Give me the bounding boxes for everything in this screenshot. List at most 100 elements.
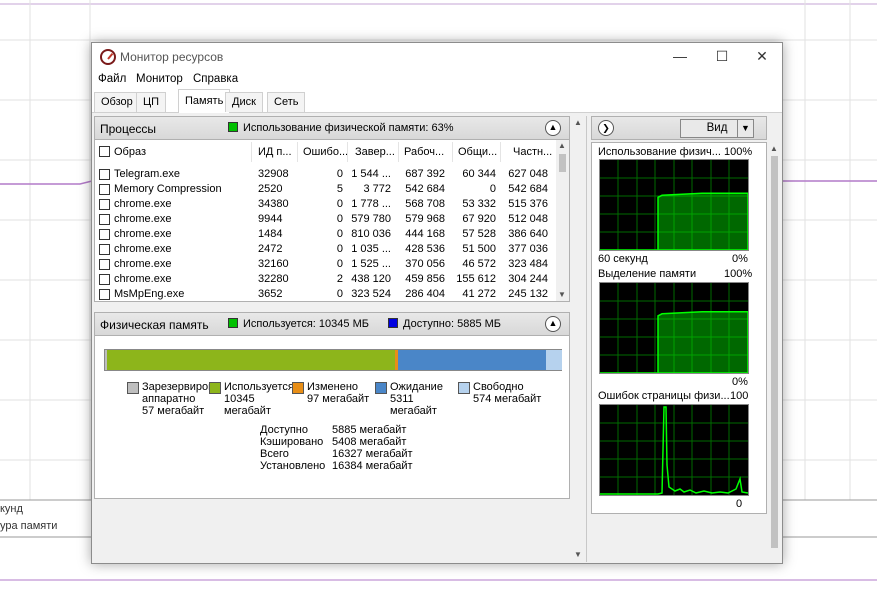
column-header-working-set[interactable]: Рабоч... (404, 146, 444, 158)
processes-table: Образ ИД п... Ошибо... Завер... Рабоч...… (94, 140, 570, 302)
graphs-scrollbar[interactable]: ▲ (768, 142, 781, 562)
table-cell: 0 (336, 258, 343, 270)
graph-min-physical: 0% (732, 253, 748, 265)
physical-memory-header[interactable]: Физическая память Используется: 10345 МБ… (94, 312, 570, 336)
scroll-thumb[interactable] (771, 156, 778, 548)
menu-help[interactable]: Справка (193, 73, 238, 85)
table-cell: 5 (336, 183, 343, 195)
graph-max-commit: 100% (724, 268, 753, 280)
tab-disk[interactable]: Диск (225, 92, 263, 112)
select-all-checkbox[interactable] (99, 146, 110, 157)
column-header-image[interactable]: Образ (114, 146, 146, 158)
tab-network[interactable]: Сеть (267, 92, 306, 112)
table-row[interactable]: MsMpEng.exe 3652 0 323 524 286 404 41 272 245 … (95, 287, 555, 301)
table-cell: 438 120 (351, 273, 391, 285)
scroll-down-icon[interactable]: ▼ (574, 550, 582, 559)
table-cell: 579 968 (405, 213, 445, 225)
used-summary: Используется: 10345 МБ (228, 318, 369, 330)
column-header-commit[interactable]: Завер... (355, 146, 395, 158)
row-checkbox[interactable] (99, 184, 110, 195)
table-cell: 57 528 (462, 228, 496, 240)
graph-min-hard-faults: 0 (736, 498, 743, 510)
collapse-memory-icon[interactable]: ▲ (545, 316, 561, 332)
processes-title: Процессы (100, 122, 157, 136)
table-cell: 444 168 (405, 228, 445, 240)
column-header-hard-faults[interactable]: Ошибо... (303, 146, 348, 158)
row-checkbox[interactable] (99, 244, 110, 255)
title-bar[interactable]: Монитор ресурсов — ☐ ✕ (92, 43, 782, 71)
row-checkbox[interactable] (99, 229, 110, 240)
physical-usage-summary: Использование физической памяти: 63% (228, 122, 454, 134)
table-cell: Memory Compression (114, 183, 222, 195)
table-row[interactable]: chrome.exe 1484 0 810 036 444 168 57 528 386 6… (95, 227, 555, 242)
bar-segment-free (546, 350, 562, 370)
green-legend-icon (228, 318, 238, 328)
table-row[interactable]: chrome.exe 34380 0 1 778 ... 568 708 53 332 51… (95, 197, 555, 212)
tab-overview[interactable]: Обзор (94, 92, 140, 112)
table-cell: 0 (336, 288, 343, 300)
scroll-thumb[interactable] (559, 154, 566, 172)
stat-installed-value: 16384 мегабайт (332, 460, 413, 472)
graph-time-label: 60 секунд (598, 253, 648, 265)
row-checkbox[interactable] (99, 199, 110, 210)
stat-total-label: Всего (260, 448, 289, 460)
chevron-right-icon[interactable]: ❯ (598, 120, 614, 136)
scroll-up-icon[interactable]: ▲ (770, 144, 778, 153)
background-label: кунд (0, 503, 23, 515)
table-cell: 512 048 (508, 213, 548, 225)
physical-usage-label: Использование физической памяти: 63% (243, 122, 454, 134)
stat-available-value: 5885 мегабайт (332, 424, 407, 436)
table-cell: 428 536 (405, 243, 445, 255)
column-header-pid[interactable]: ИД п... (258, 146, 292, 158)
row-checkbox[interactable] (99, 169, 110, 180)
tab-memory[interactable]: Память (178, 89, 231, 113)
scroll-up-icon[interactable]: ▲ (574, 118, 582, 127)
graph-commit-svg (600, 283, 749, 374)
table-row[interactable]: chrome.exe 32280 2 438 120 459 856 155 612 304… (95, 272, 555, 287)
table-cell: 515 376 (508, 198, 548, 210)
scroll-up-icon[interactable]: ▲ (558, 141, 566, 150)
stat-cached-label: Кэшировано (260, 436, 324, 448)
table-cell: 2 (336, 273, 343, 285)
table-row[interactable]: chrome.exe 2472 0 1 035 ... 428 536 51 500 377… (95, 242, 555, 257)
minimize-button[interactable]: — (658, 43, 702, 71)
tab-cpu[interactable]: ЦП (136, 92, 167, 112)
graphs-panel: ❯ Вид ▼ Использование физич... 100% 60 с… (586, 116, 782, 562)
table-cell: 155 612 (456, 273, 496, 285)
row-checkbox[interactable] (99, 214, 110, 225)
table-row[interactable]: Telegram.exe 32908 0 1 544 ... 687 392 60 344… (95, 167, 555, 182)
column-header-private[interactable]: Частн... (513, 146, 552, 158)
collapse-processes-icon[interactable]: ▲ (545, 120, 561, 136)
close-button[interactable]: ✕ (740, 43, 784, 71)
column-header-shareable[interactable]: Общи... (458, 146, 497, 158)
table-cell: 304 244 (508, 273, 548, 285)
row-checkbox[interactable] (99, 289, 110, 300)
graph-min-commit: 0% (732, 376, 748, 388)
table-cell: 1484 (258, 228, 283, 240)
table-cell: Telegram.exe (114, 168, 181, 180)
table-cell: chrome.exe (114, 273, 172, 285)
scroll-down-icon[interactable]: ▼ (558, 290, 566, 299)
left-scrollbar[interactable]: ▲ ▼ (572, 116, 584, 562)
table-row[interactable]: Memory Compression 2520 5 3 772 542 684 0 542 … (95, 182, 555, 197)
processes-scrollbar[interactable]: ▲ ▼ (556, 140, 569, 301)
graph-hard-faults (599, 404, 749, 496)
green-legend-icon (228, 122, 238, 132)
table-cell: 0 (336, 168, 343, 180)
dropdown-arrow-icon[interactable]: ▼ (737, 120, 753, 137)
table-cell: 9944 (258, 213, 283, 225)
row-checkbox[interactable] (99, 259, 110, 270)
menu-monitor[interactable]: Монитор (136, 73, 183, 85)
processes-header[interactable]: Процессы Использование физической памяти… (94, 116, 570, 140)
table-cell: chrome.exe (114, 198, 172, 210)
menu-file[interactable]: Файл (98, 73, 126, 85)
table-cell: 32160 (258, 258, 289, 270)
maximize-button[interactable]: ☐ (700, 43, 744, 71)
table-row[interactable]: chrome.exe 32160 0 1 525 ... 370 056 46 572 32… (95, 257, 555, 272)
row-checkbox[interactable] (99, 274, 110, 285)
table-row[interactable]: chrome.exe 9944 0 579 780 579 968 67 920 512 0… (95, 212, 555, 227)
table-cell: 0 (489, 183, 496, 195)
table-cell: chrome.exe (114, 228, 172, 240)
physical-memory-title: Физическая память (100, 318, 209, 332)
view-dropdown[interactable]: Вид ▼ (680, 119, 754, 138)
